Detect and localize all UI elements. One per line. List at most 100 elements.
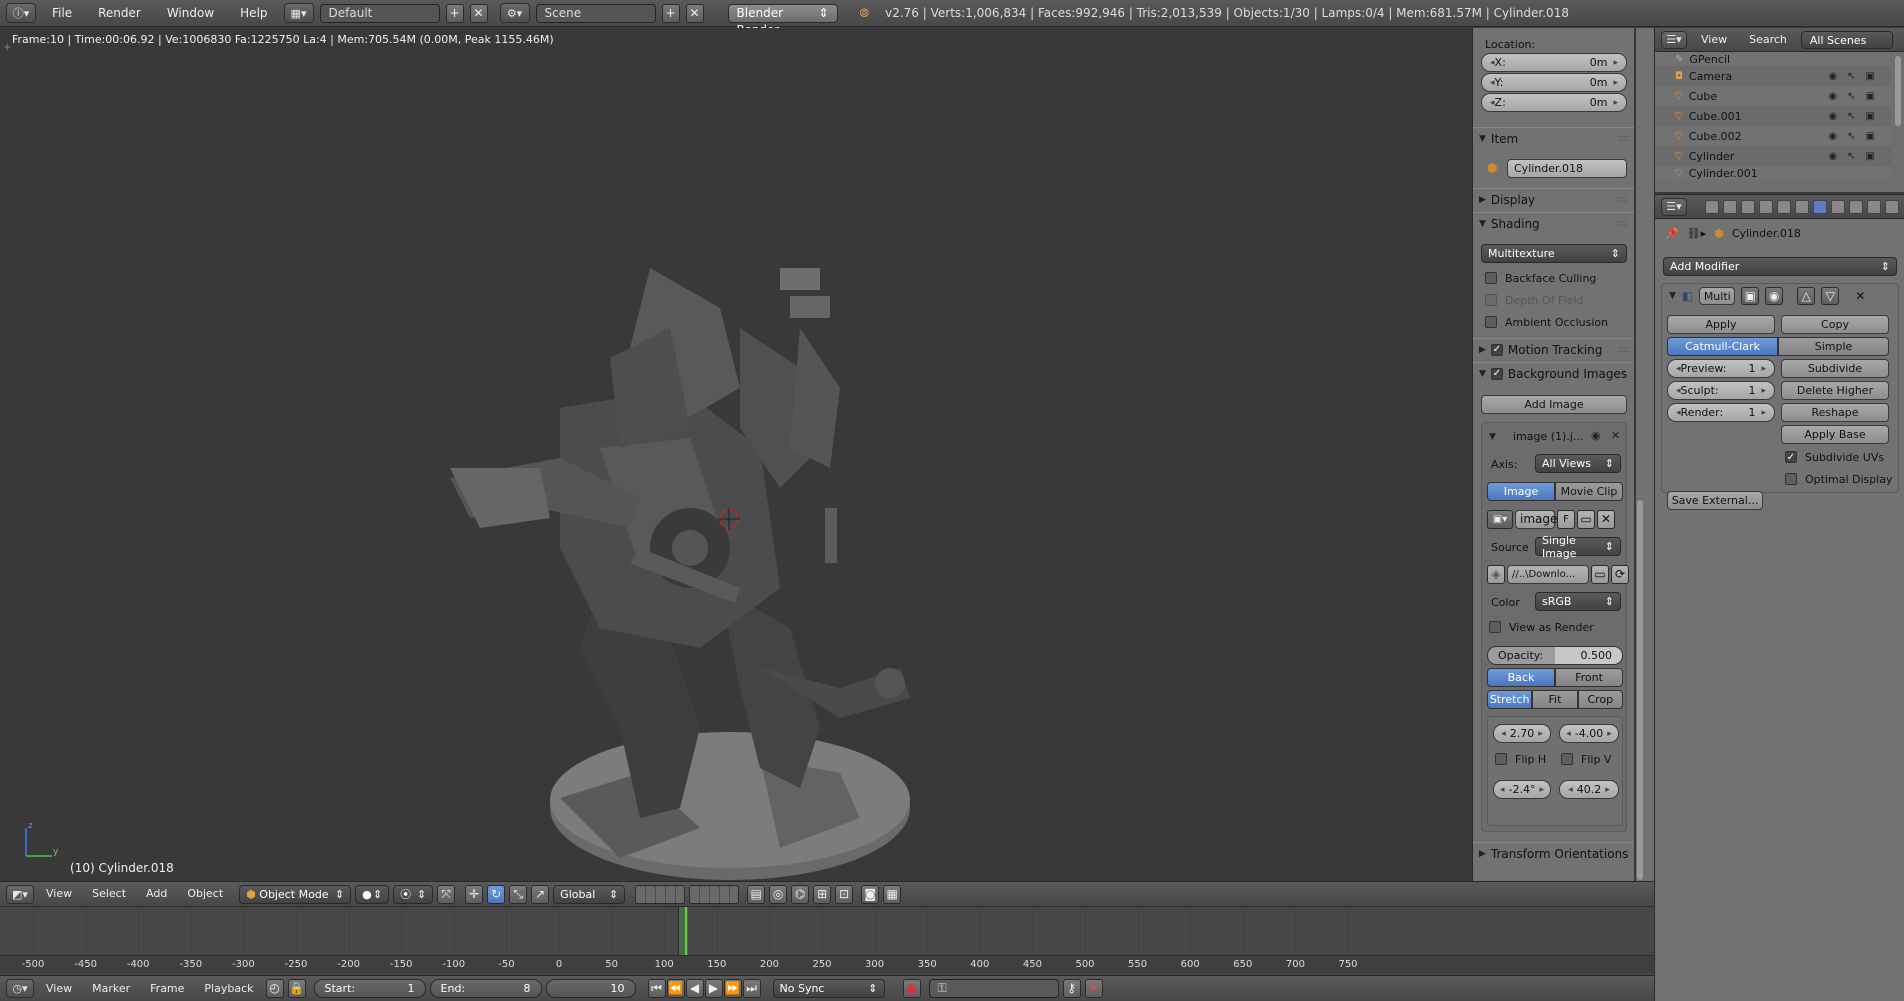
fake-user-button[interactable]: F bbox=[1557, 510, 1575, 529]
filepath-field[interactable]: //..\Downlo... bbox=[1507, 565, 1589, 584]
world-tab-icon[interactable] bbox=[1759, 199, 1773, 214]
info-editor-type-button[interactable]: ⓘ▾ bbox=[6, 3, 36, 23]
render-still-icon[interactable]: ◙ bbox=[861, 884, 880, 904]
timeline-ruler[interactable]: -500 -450 -400 -350 -300 -250 -200 -150 -100 -50 0… bbox=[0, 955, 1654, 973]
render-camera-icon[interactable]: ▣ bbox=[1866, 131, 1875, 142]
timeline-frame-area[interactable] bbox=[0, 907, 1654, 955]
proportional-edit-icon[interactable]: ◎ bbox=[769, 884, 788, 904]
3d-viewport[interactable]: Frame:10 | Time:00:06.92 | Ve:1006830 Fa… bbox=[0, 28, 1470, 881]
flip-h-checkbox[interactable]: Flip H bbox=[1495, 750, 1546, 768]
play-reverse-icon[interactable]: ◀ bbox=[685, 979, 704, 998]
render-camera-icon[interactable]: ▣ bbox=[1866, 151, 1875, 162]
keying-set-field[interactable]: ⚿ bbox=[928, 979, 1059, 998]
offset-y-field[interactable]: ◂ -4.00 ▸ bbox=[1559, 724, 1619, 743]
3d-menu-object[interactable]: Object bbox=[179, 881, 231, 907]
play-icon[interactable]: ▶ bbox=[704, 979, 723, 998]
snap-element-icon[interactable]: ⊞ bbox=[813, 884, 832, 904]
jump-next-keyframe-icon[interactable]: ⏩ bbox=[723, 979, 742, 998]
outliner-item-cube-002[interactable]: ▽ Cube.002 ◉ ↖ ▣ bbox=[1655, 126, 1891, 146]
unlink-image-button[interactable]: ✕ bbox=[1597, 510, 1615, 529]
motion-tracking-panel-header[interactable]: ▶ ✓ Motion Tracking:::: bbox=[1473, 338, 1634, 360]
eye-icon[interactable]: ◉ bbox=[1828, 91, 1837, 102]
shading-panel-header[interactable]: ▼ Shading:::: bbox=[1473, 212, 1634, 234]
snap-target-icon[interactable]: ⊡ bbox=[835, 884, 854, 904]
scene-tab-icon[interactable] bbox=[1741, 199, 1755, 214]
location-x-field[interactable]: ◂ X: 0m ▸ bbox=[1481, 53, 1627, 72]
move-down-icon[interactable]: ▽ bbox=[1821, 287, 1840, 305]
cursor-select-icon[interactable]: ↖ bbox=[1847, 111, 1855, 122]
ambient-occlusion-checkbox[interactable]: Ambient Occlusion bbox=[1485, 313, 1608, 331]
render-levels-field[interactable]: ◂ Render: 1 ▸ bbox=[1667, 403, 1775, 422]
outliner-item-cube-001[interactable]: ▽ Cube.001 ◉ ↖ ▣ bbox=[1655, 106, 1891, 126]
manipulator-toggle-icon[interactable]: ⤧ bbox=[437, 884, 456, 904]
insert-keyframe-icon[interactable]: ⚷ bbox=[1062, 979, 1081, 998]
pin-icon[interactable]: 📌 bbox=[1665, 227, 1679, 240]
preview-levels-field[interactable]: ◂ Preview: 1 ▸ bbox=[1667, 359, 1775, 378]
eye-icon[interactable]: ◉ bbox=[1828, 151, 1837, 162]
color-space-select[interactable]: sRGB ⇕ bbox=[1535, 592, 1621, 611]
outliner-item-cube[interactable]: ▽ Cube ◉ ↖ ▣ bbox=[1655, 86, 1891, 106]
backface-culling-checkbox[interactable]: Backface Culling bbox=[1485, 269, 1596, 287]
shelf-scrollbar[interactable] bbox=[1637, 500, 1643, 880]
scale-manipulator-icon[interactable]: ⤡ bbox=[509, 884, 528, 904]
current-frame-field[interactable]: 10 bbox=[545, 979, 636, 998]
reload-image-button[interactable]: ⟳ bbox=[1611, 565, 1629, 584]
offset-x-field[interactable]: ◂ 2.70 ▸ bbox=[1493, 724, 1551, 743]
modifiers-wrench-icon[interactable] bbox=[1813, 199, 1827, 214]
data-tab-icon[interactable] bbox=[1831, 199, 1845, 214]
3d-menu-add[interactable]: Add bbox=[138, 881, 175, 907]
grip-icon[interactable]: :::: bbox=[1618, 344, 1629, 355]
playhead[interactable] bbox=[685, 907, 687, 955]
eye-icon[interactable]: ◉ bbox=[1828, 131, 1837, 142]
3d-menu-select[interactable]: Select bbox=[84, 881, 134, 907]
add-scene-button[interactable]: + bbox=[661, 3, 680, 23]
expanded-triangle-icon[interactable]: ▼ bbox=[1489, 432, 1496, 442]
subdivide-button[interactable]: Subdivide bbox=[1781, 359, 1889, 378]
render-toggle-camera-icon[interactable]: ▣ bbox=[1741, 287, 1760, 305]
interaction-mode-select[interactable]: ⬢ Object Mode ⇕ bbox=[239, 884, 352, 904]
delete-keyframe-icon[interactable]: ✕ bbox=[1084, 979, 1103, 998]
menu-help[interactable]: Help bbox=[230, 0, 277, 27]
sculpt-levels-field[interactable]: ◂ Sculpt: 1 ▸ bbox=[1667, 381, 1775, 400]
menu-render[interactable]: Render bbox=[88, 0, 151, 27]
tab-crop[interactable]: Crop bbox=[1577, 690, 1623, 709]
open-image-button[interactable]: ▭ bbox=[1577, 510, 1595, 529]
cursor-select-icon[interactable]: ↖ bbox=[1847, 151, 1855, 162]
grip-icon[interactable]: :::: bbox=[1618, 133, 1629, 144]
sync-mode-select[interactable]: No Sync ⇕ bbox=[772, 979, 885, 998]
render-camera-icon[interactable]: ▣ bbox=[1866, 91, 1875, 102]
timeline-menu-playback[interactable]: Playback bbox=[196, 976, 261, 1001]
outliner-item-cylinder-001[interactable]: ▽ Cylinder.001 bbox=[1655, 166, 1891, 180]
optimal-display-checkbox[interactable]: Optimal Display bbox=[1785, 470, 1893, 488]
translate-manipulator-icon[interactable]: ✛ bbox=[465, 884, 484, 904]
viewport-shading-select[interactable]: ● ⇕ bbox=[355, 884, 390, 904]
timeline-editor[interactable]: -500 -450 -400 -350 -300 -250 -200 -150 -100 -50 0… bbox=[0, 907, 1654, 975]
file-packed-icon[interactable]: ◈ bbox=[1487, 565, 1505, 584]
close-icon[interactable]: ✕ bbox=[1611, 429, 1620, 442]
cursor-select-icon[interactable]: ↖ bbox=[1847, 71, 1855, 82]
pivot-point-select[interactable]: ⦿ ⇕ bbox=[393, 884, 434, 904]
expanded-triangle-icon[interactable]: ▼ bbox=[1669, 291, 1676, 301]
transform-orientations-panel-header[interactable]: ▶ Transform Orientations bbox=[1473, 842, 1634, 864]
outliner-menu-search[interactable]: Search bbox=[1741, 28, 1795, 52]
location-z-field[interactable]: ◂ Z: 0m ▸ bbox=[1481, 93, 1627, 112]
image-name-field[interactable]: image bbox=[1515, 510, 1557, 529]
browse-file-button[interactable]: ▭ bbox=[1591, 565, 1609, 584]
render-layers-tab-icon[interactable] bbox=[1723, 199, 1737, 214]
subdivide-uvs-checkbox[interactable]: ✓ Subdivide UVs bbox=[1785, 448, 1884, 466]
flip-v-checkbox[interactable]: Flip V bbox=[1561, 750, 1611, 768]
transform-orientation-select[interactable]: Global ⇕ bbox=[553, 884, 626, 904]
reshape-button[interactable]: Reshape bbox=[1781, 403, 1889, 422]
screen-layout-selector[interactable]: ▦▾ bbox=[283, 3, 314, 23]
timeline-menu-view[interactable]: View bbox=[38, 976, 80, 1001]
grip-icon[interactable]: :::: bbox=[1618, 194, 1629, 205]
layer-lock-icon[interactable]: ▤ bbox=[747, 884, 766, 904]
scene-field[interactable]: Scene bbox=[535, 3, 656, 23]
tab-image[interactable]: Image bbox=[1487, 482, 1555, 501]
outliner-item-gpencil[interactable]: ✎ GPencil bbox=[1655, 52, 1891, 66]
render-camera-icon[interactable]: ▣ bbox=[1866, 111, 1875, 122]
end-frame-field[interactable]: End: 8 bbox=[429, 979, 542, 998]
timeline-menu-marker[interactable]: Marker bbox=[84, 976, 138, 1001]
outliner-item-camera[interactable]: ◘ Camera ◉ ↖ ▣ bbox=[1655, 66, 1891, 86]
apply-base-button[interactable]: Apply Base bbox=[1781, 425, 1889, 444]
